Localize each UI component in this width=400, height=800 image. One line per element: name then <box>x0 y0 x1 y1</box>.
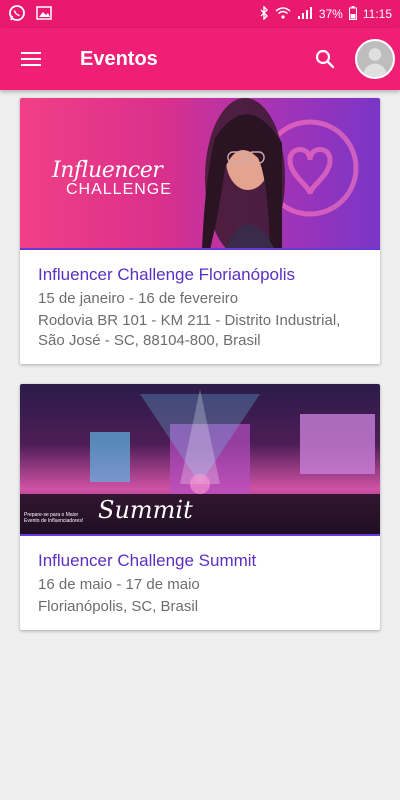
event-dates: 15 de janeiro - 16 de fevereiro <box>38 290 239 307</box>
wifi-icon <box>275 6 291 22</box>
hamburger-icon <box>21 52 41 66</box>
signal-icon <box>297 6 313 22</box>
menu-button[interactable] <box>0 28 62 90</box>
event-card[interactable]: Influencer CHALLENGE Influencer Challeng… <box>20 98 380 364</box>
banner-logo: Influencer CHALLENGE <box>52 158 172 199</box>
bluetooth-icon <box>259 4 269 23</box>
event-title[interactable]: Influencer Challenge Florianópolis <box>38 264 362 286</box>
event-dates: 16 de maio - 17 de maio <box>38 576 200 593</box>
event-card-body: Influencer Challenge Florianópolis 15 de… <box>20 250 380 364</box>
avatar[interactable] <box>355 39 395 79</box>
battery-percent: 37% <box>318 7 343 21</box>
event-location: Florianópolis, SC, Brasil <box>38 598 199 615</box>
status-bar: 37% 11:15 <box>0 0 400 28</box>
event-title[interactable]: Influencer Challenge Summit <box>38 550 362 572</box>
event-location: Rodovia BR 101 - KM 211 - Distrito Indus… <box>38 312 341 349</box>
banner-text-caps: CHALLENGE <box>66 181 172 198</box>
notification-icons <box>8 4 52 25</box>
whatsapp-icon <box>8 4 26 25</box>
clock: 11:15 <box>362 7 392 21</box>
search-icon <box>315 49 335 69</box>
app-bar: Eventos <box>0 28 400 90</box>
user-silhouette-icon <box>357 41 393 77</box>
event-banner: Prepare-se para o Maior Evento de Influe… <box>20 384 380 536</box>
battery-icon <box>348 5 357 23</box>
event-banner: Influencer CHALLENGE <box>20 98 380 250</box>
system-status: 37% 11:15 <box>259 4 392 23</box>
page-title: Eventos <box>80 47 158 70</box>
banner-text-script: Summit <box>98 496 193 524</box>
banner-text-script: Influencer <box>52 158 163 183</box>
search-button[interactable] <box>305 39 345 79</box>
image-icon <box>36 5 52 23</box>
event-card[interactable]: Prepare-se para o Maior Evento de Influe… <box>20 384 380 630</box>
banner-tagline: Prepare-se para o Maior Evento de Influe… <box>24 512 84 524</box>
event-card-body: Influencer Challenge Summit 16 de maio -… <box>20 536 380 630</box>
